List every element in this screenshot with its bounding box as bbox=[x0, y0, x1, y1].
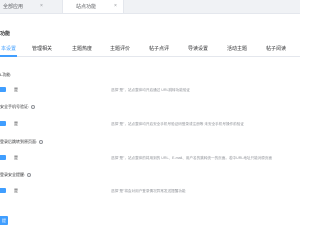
toggle-switch[interactable] bbox=[0, 121, 6, 126]
close-icon[interactable]: × bbox=[114, 4, 117, 9]
toggle-label: 是 bbox=[14, 87, 18, 92]
section-title: 功能 bbox=[0, 31, 11, 37]
tab-post-review[interactable]: 帖子点评 bbox=[149, 45, 169, 52]
active-tab-indicator bbox=[0, 55, 17, 57]
field-hint: 选择"是"，站点整体的将用到的 URL、E-mail、用户名的跳转统一的页面。若… bbox=[111, 156, 273, 160]
toggle-switch[interactable] bbox=[0, 87, 6, 92]
close-icon[interactable]: × bbox=[40, 4, 43, 9]
field-label: 登录后跳转到原页面: bbox=[0, 139, 44, 145]
tab-site-features-label: 站点功能 bbox=[76, 4, 97, 10]
tab-management[interactable]: 管理相关 bbox=[32, 45, 52, 52]
tab-all-apps[interactable]: 全部应用 × bbox=[0, 0, 50, 13]
field-label-text: 登录安全提醒: bbox=[0, 172, 26, 177]
toggle-label: 是 bbox=[14, 121, 18, 126]
tab-post-reading[interactable]: 帖子阅读 bbox=[266, 45, 286, 52]
toggle-label: 是 bbox=[14, 188, 18, 193]
field-hint: 选择"是"，站点整体均开启通过 URL跳转功能验证 bbox=[111, 88, 191, 92]
settings-tab-bar: 本设置 管理相关 主题热度 主题评价 帖子点评 导读设置 活动主题 帖子阅读 bbox=[0, 42, 300, 57]
tab-site-features[interactable]: 站点功能 × bbox=[62, 0, 124, 13]
field-label-text: 安全手机号验证: bbox=[0, 104, 30, 109]
tab-guide-settings[interactable]: 导读设置 bbox=[188, 45, 208, 52]
tab-basic-settings[interactable]: 本设置 bbox=[1, 45, 16, 52]
field-label: 安全手机号验证: bbox=[0, 104, 36, 110]
help-icon[interactable] bbox=[31, 104, 36, 109]
tab-topic-heat[interactable]: 主题热度 bbox=[72, 45, 92, 52]
field-hint: 选择"是"，站点整体均开启安全手机号验证码登录或注册等 未安全手机号操作前验证 bbox=[111, 122, 244, 126]
field-label: L功能: bbox=[0, 72, 11, 78]
field-label-text: L功能: bbox=[0, 72, 12, 77]
tab-event-topics[interactable]: 活动主题 bbox=[227, 45, 247, 52]
top-tab-bar: 全部应用 × 站点功能 × bbox=[0, 0, 300, 14]
tab-all-apps-label: 全部应用 bbox=[3, 4, 24, 10]
field-hint: 选择"是"将会对用户登录情况异常发送提醒功能 bbox=[111, 189, 186, 193]
field-label: 登录安全提醒: bbox=[0, 172, 32, 178]
toggle-switch[interactable] bbox=[0, 188, 6, 193]
toggle-label: 是 bbox=[14, 155, 18, 160]
tab-topic-rating[interactable]: 主题评价 bbox=[110, 45, 130, 52]
field-label-text: 登录后跳转到原页面: bbox=[0, 139, 38, 144]
help-icon[interactable] bbox=[27, 172, 32, 177]
toggle-switch[interactable] bbox=[0, 155, 6, 160]
help-icon[interactable] bbox=[39, 139, 44, 144]
save-button[interactable]: 提 bbox=[0, 216, 8, 225]
